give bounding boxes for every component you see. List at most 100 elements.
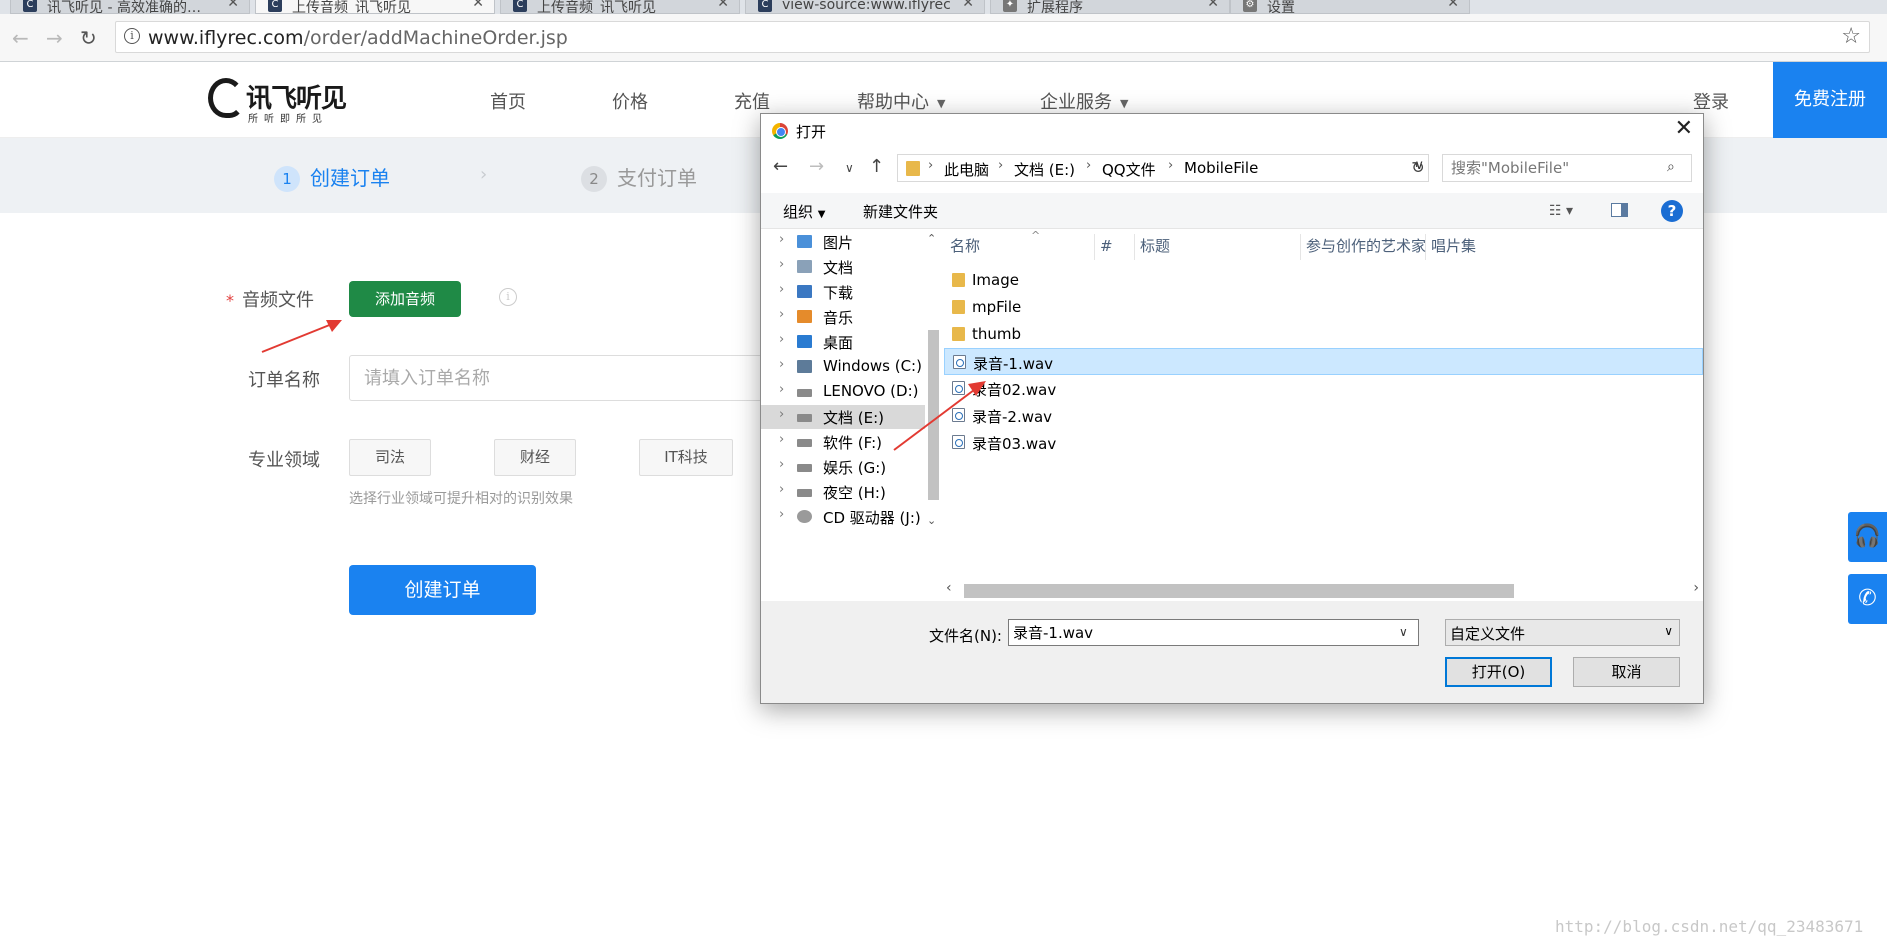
tree-item-music[interactable]: › 音乐 (761, 305, 936, 329)
breadcrumb-this-pc[interactable]: 此电脑 (944, 159, 989, 180)
file-row-image-folder[interactable]: Image (944, 267, 1703, 294)
nav-price[interactable]: 价格 (612, 88, 648, 114)
nav-enterprise[interactable]: 企业服务 ▼ (1040, 88, 1128, 114)
file-row-recording-03-wav[interactable]: 录音03.wav (944, 429, 1703, 456)
phone-icon[interactable]: ✆ (1848, 574, 1887, 624)
tree-item-cd-drive[interactable]: › CD 驱动器 (J:) (761, 505, 936, 529)
close-tab-icon[interactable]: ✕ (717, 0, 729, 11)
browser-tab[interactable]: ✦ 扩展程序 ✕ (990, 0, 1230, 14)
scroll-up-icon[interactable]: ⌃ (927, 232, 936, 245)
domain-option-finance[interactable]: 财经 (494, 439, 576, 476)
add-audio-button[interactable]: 添加音频 (349, 281, 461, 317)
browser-tab[interactable]: Cview-source:www.iflyrec ✕ (745, 0, 985, 14)
breadcrumb-qq-files[interactable]: QQ文件 (1102, 159, 1156, 180)
new-folder-button[interactable]: 新建文件夹 (863, 201, 938, 222)
cancel-button[interactable]: 取消 (1573, 657, 1680, 687)
expand-chevron-icon[interactable]: › (779, 232, 784, 247)
site-info-icon[interactable]: i (124, 28, 140, 44)
search-input[interactable] (1442, 154, 1692, 182)
column-header-number[interactable]: # (1095, 234, 1135, 260)
nav-recharge[interactable]: 充值 (734, 88, 770, 114)
browser-tab[interactable]: C 讯飞听见 - 高效准确的… ✕ (10, 0, 250, 14)
domain-option-it[interactable]: IT科技 (639, 439, 733, 476)
tree-item-drive-h[interactable]: › 夜空 (H:) (761, 480, 936, 504)
refresh-icon[interactable]: ↻ (1405, 155, 1431, 181)
file-row-mpfile-folder[interactable]: mpFile (944, 294, 1703, 321)
view-options-icon[interactable]: ☷ ▾ (1549, 203, 1573, 219)
close-icon[interactable]: ✕ (1675, 116, 1693, 141)
tree-item-drive-c[interactable]: › Windows (C:) (761, 355, 936, 379)
expand-chevron-icon[interactable]: › (779, 332, 784, 347)
order-name-input[interactable] (349, 355, 769, 401)
close-tab-icon[interactable]: ✕ (1207, 0, 1219, 11)
column-header-name[interactable]: 名称 ^ (945, 229, 1095, 260)
nav-home[interactable]: 首页 (490, 88, 526, 114)
file-type-select[interactable]: 自定义文件 ∨ (1445, 619, 1680, 646)
address-bar[interactable]: i www.iflyrec.com/order/addMachineOrder.… (115, 21, 1870, 53)
file-row-recording-02-wav[interactable]: 录音02.wav (944, 375, 1703, 402)
iflyrec-logo[interactable]: 讯飞听见 所听即所见 (208, 76, 348, 125)
headset-support-icon[interactable]: 🎧 (1848, 512, 1887, 562)
domain-option-judicial[interactable]: 司法 (349, 439, 431, 476)
back-arrow-icon[interactable]: ← (773, 156, 788, 177)
expand-chevron-icon[interactable]: › (779, 482, 784, 497)
scroll-left-icon[interactable]: ‹ (946, 580, 952, 596)
info-icon[interactable]: i (499, 288, 517, 306)
scroll-down-icon[interactable]: ⌄ (927, 514, 936, 527)
preview-pane-icon[interactable] (1611, 203, 1628, 217)
file-type-value: 自定义文件 (1450, 625, 1526, 643)
scroll-right-icon[interactable]: › (1693, 580, 1699, 596)
browser-tab[interactable]: ⚙ 设置 ✕ (1230, 0, 1470, 14)
expand-chevron-icon[interactable]: › (779, 257, 784, 272)
forward-arrow-icon[interactable]: → (809, 156, 824, 177)
up-arrow-icon[interactable]: ↑ (869, 156, 884, 177)
search-icon[interactable]: ⌕ (1667, 159, 1675, 175)
expand-chevron-icon[interactable]: › (779, 282, 784, 297)
register-button[interactable]: 免费注册 (1773, 62, 1887, 138)
create-order-button[interactable]: 创建订单 (349, 565, 536, 615)
expand-chevron-icon[interactable]: › (779, 457, 784, 472)
tree-item-desktop[interactable]: › 桌面 (761, 330, 936, 354)
tree-item-drive-g[interactable]: › 娱乐 (G:) (761, 455, 936, 479)
browser-tab[interactable]: C 上传音频_讯飞听见 ✕ (500, 0, 740, 14)
expand-chevron-icon[interactable]: › (779, 432, 784, 447)
expand-chevron-icon[interactable]: › (779, 307, 784, 322)
close-tab-icon[interactable]: ✕ (227, 0, 239, 11)
filename-input[interactable] (1008, 619, 1419, 646)
expand-chevron-icon[interactable]: › (779, 407, 784, 422)
bookmark-star-icon[interactable]: ☆ (1841, 24, 1861, 49)
tab-title: 上传音频_讯飞听见 (537, 0, 656, 14)
domain-label: 专业领域 (248, 450, 320, 471)
organize-menu[interactable]: 组织 ▼ (783, 201, 826, 222)
chevron-down-icon[interactable]: ∨ (1399, 625, 1408, 639)
tree-item-documents[interactable]: › 文档 (761, 255, 936, 279)
tree-item-downloads[interactable]: › 下载 (761, 280, 936, 304)
help-icon[interactable]: ? (1661, 200, 1683, 222)
expand-chevron-icon[interactable]: › (779, 357, 784, 372)
breadcrumb-mobilefile[interactable]: MobileFile (1184, 159, 1258, 177)
forward-arrow-icon[interactable]: → (46, 26, 63, 50)
dialog-address-bar[interactable]: › 此电脑 › 文档 (E:) › QQ文件 › MobileFile ∨ (897, 154, 1429, 182)
column-header-title[interactable]: 标题 (1135, 234, 1301, 260)
file-row-thumb-folder[interactable]: thumb (944, 321, 1703, 348)
tree-item-pictures[interactable]: › 图片 (761, 230, 936, 254)
scrollbar-thumb[interactable] (964, 584, 1514, 598)
expand-chevron-icon[interactable]: › (779, 382, 784, 397)
breadcrumb-drive-e[interactable]: 文档 (E:) (1014, 159, 1075, 180)
recent-locations-chevron-icon[interactable]: ∨ (845, 161, 854, 175)
login-link[interactable]: 登录 (1693, 88, 1729, 114)
file-row-recording-1-wav[interactable]: 录音-1.wav (944, 348, 1703, 375)
close-tab-icon[interactable]: ✕ (472, 0, 484, 11)
file-row-recording-2-wav[interactable]: 录音-2.wav (944, 402, 1703, 429)
nav-help-center[interactable]: 帮助中心 ▼ (857, 88, 945, 114)
close-tab-icon[interactable]: ✕ (962, 0, 974, 11)
open-button[interactable]: 打开(O) (1445, 657, 1552, 687)
close-tab-icon[interactable]: ✕ (1447, 0, 1459, 11)
file-list-horizontal-scrollbar[interactable]: ‹ › (942, 580, 1703, 598)
browser-tab-active[interactable]: C 上传音频_讯飞听见 ✕ (255, 0, 495, 14)
column-header-artist[interactable]: 参与创作的艺术家 (1301, 234, 1426, 260)
expand-chevron-icon[interactable]: › (779, 507, 784, 522)
column-header-album[interactable]: 唱片集 (1426, 234, 1546, 260)
reload-icon[interactable]: ↻ (80, 26, 97, 50)
back-arrow-icon[interactable]: ← (12, 26, 29, 50)
